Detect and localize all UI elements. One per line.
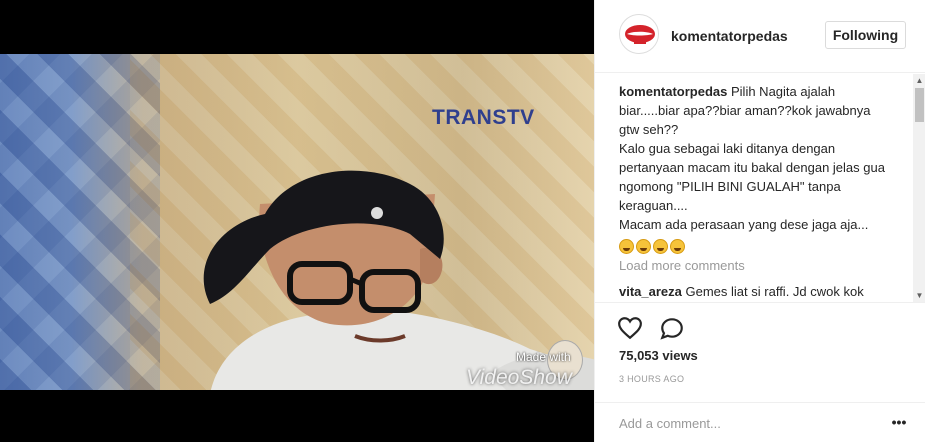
comment-item: vita_areza Gemes liat si raffi. Jd cwok … xyxy=(619,284,899,299)
comment-text: Gemes liat si raffi. Jd cwok kok xyxy=(685,284,864,299)
scrollbar-thumb[interactable] xyxy=(915,88,924,122)
post-header: komentatorpedas Following xyxy=(595,0,925,73)
grinning-sweat-emoji-icon xyxy=(653,239,668,255)
caption-username[interactable]: komentatorpedas xyxy=(619,84,727,99)
post-actions: 75,053 views 3 HOURS AGO xyxy=(595,302,925,402)
video-frame[interactable]: TRANSTV Made with VideoShow xyxy=(0,54,594,390)
scroll-down-arrow-icon[interactable]: ▼ xyxy=(913,289,925,302)
grinning-sweat-emoji-icon xyxy=(670,239,685,255)
grinning-sweat-emoji-icon xyxy=(619,239,634,255)
post-sidebar: komentatorpedas Following komentatorpeda… xyxy=(594,0,925,442)
emoji-row xyxy=(619,236,889,255)
load-more-comments-link[interactable]: Load more comments xyxy=(619,258,745,273)
heart-icon[interactable] xyxy=(617,315,643,341)
add-comment-bar: ••• xyxy=(595,402,925,442)
caption-line: Kalo gua sebagai laki ditanya dengan per… xyxy=(619,141,885,213)
comments-scrollbar[interactable]: ▲ ▼ xyxy=(913,74,925,302)
watermark-small-text: Made with xyxy=(516,350,571,364)
comment-input[interactable] xyxy=(619,413,879,433)
comment-username[interactable]: vita_areza xyxy=(619,284,682,299)
comments-section: komentatorpedas Pilih Nagita ajalah biar… xyxy=(595,74,925,300)
following-button[interactable]: Following xyxy=(825,21,906,49)
view-count[interactable]: 75,053 views xyxy=(619,348,698,363)
scroll-up-arrow-icon[interactable]: ▲ xyxy=(913,74,925,87)
watermark-text: VideoShow xyxy=(466,366,572,389)
lips-logo-icon xyxy=(625,25,655,44)
caption-line: Macam ada perasaan yang dese jaga aja... xyxy=(619,217,869,232)
more-options-icon[interactable]: ••• xyxy=(889,413,909,433)
post-timestamp[interactable]: 3 HOURS AGO xyxy=(619,374,684,384)
caption: komentatorpedas Pilih Nagita ajalah biar… xyxy=(619,82,889,255)
profile-avatar[interactable] xyxy=(619,14,659,54)
comment-icon[interactable] xyxy=(659,315,685,341)
header-username[interactable]: komentatorpedas xyxy=(671,28,788,44)
channel-logo: TRANSTV xyxy=(432,106,535,129)
video-player[interactable]: TRANSTV Made with VideoShow xyxy=(0,0,594,442)
grinning-sweat-emoji-icon xyxy=(636,239,651,255)
